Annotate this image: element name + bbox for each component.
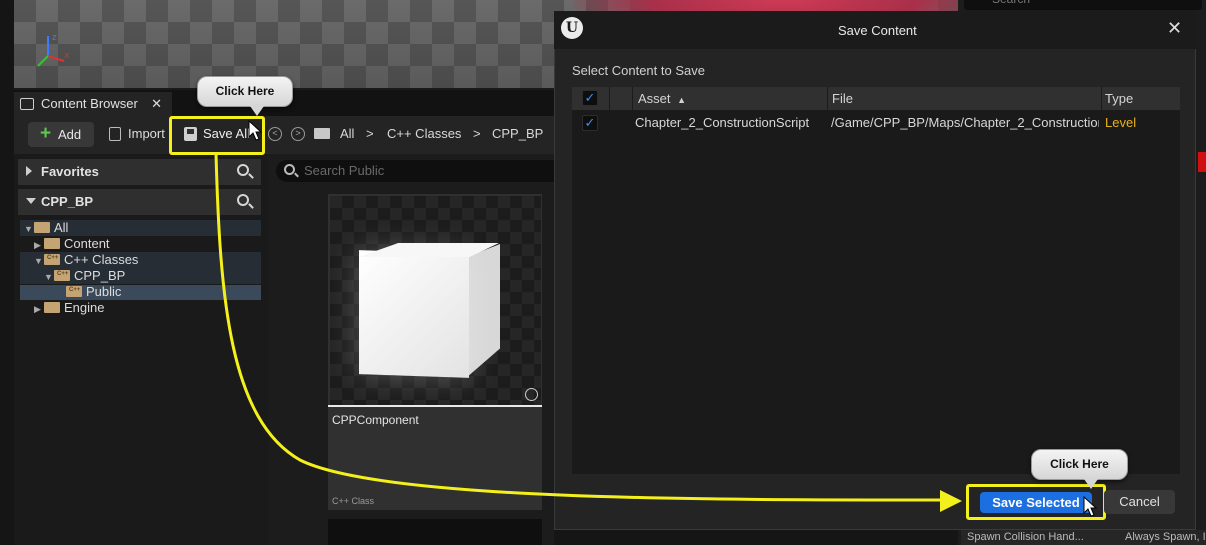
search-placeholder: Search Public [304, 163, 385, 178]
callout-tail [250, 106, 264, 116]
cancel-button[interactable]: Cancel [1104, 490, 1175, 514]
close-icon[interactable]: ✕ [1167, 19, 1182, 37]
mouse-cursor-icon [1083, 496, 1097, 517]
mouse-cursor-icon [248, 120, 262, 141]
forward-icon[interactable]: > [291, 127, 305, 141]
details-property-value[interactable]: Always Spawn, Ig [1119, 530, 1206, 545]
dialog-subtitle: Select Content to Save [572, 63, 705, 78]
back-icon[interactable]: < [268, 127, 282, 141]
tree-item-engine[interactable]: ▶ Engine [34, 300, 104, 316]
dialog-title: Save Content [838, 23, 917, 38]
tree-item-cpp-bp[interactable]: ▼CPP_BP [44, 268, 125, 284]
import-label: Import [128, 126, 165, 141]
tree-item-cpp-classes[interactable]: ▼C++ Classes [34, 252, 138, 268]
details-property-label: Spawn Collision Hand... [961, 530, 1119, 545]
tree-item-label: Content [64, 236, 110, 251]
column-asset[interactable]: Asset ▲ [638, 91, 686, 106]
tree-item-label: CPP_BP [74, 268, 126, 283]
details-red-marker [1198, 152, 1206, 172]
tree-item-all[interactable]: ▼ All [24, 220, 68, 236]
tree-item-public[interactable]: Public [66, 284, 121, 300]
column-divider [609, 87, 610, 110]
callout-top: Click Here [197, 76, 293, 116]
expand-arrow-icon [26, 166, 32, 176]
tree-item-label: Public [86, 284, 122, 299]
tree-item-content[interactable]: ▶ Content [34, 236, 110, 252]
column-type[interactable]: Type [1105, 91, 1133, 106]
asset-tile[interactable] [328, 519, 542, 545]
column-file[interactable]: File [832, 91, 853, 106]
tree-selected-row [20, 285, 261, 300]
row-file: /Game/CPP_BP/Maps/Chapter_2_Construction [831, 115, 1099, 130]
search-input[interactable]: Search Public [276, 160, 554, 182]
cpp-folder-icon [44, 254, 60, 265]
project-label: CPP_BP [41, 194, 94, 209]
cube-preview [359, 250, 469, 378]
callout-text: Click Here [1050, 457, 1109, 471]
folder-icon [44, 302, 60, 313]
tab-label: Content Browser [41, 96, 138, 111]
svg-text:x: x [64, 51, 70, 61]
row-asset: Chapter_2_ConstructionScript [635, 115, 810, 130]
plus-icon: + [40, 123, 52, 144]
content-table [572, 87, 1180, 474]
breadcrumb-separator: > [366, 126, 374, 141]
row-type: Level [1105, 115, 1137, 130]
content-browser-icon [20, 98, 34, 110]
close-icon[interactable]: ✕ [151, 96, 162, 112]
tree-item-label: All [54, 220, 69, 235]
project-section[interactable]: CPP_BP [18, 189, 261, 215]
search-icon[interactable] [237, 164, 249, 176]
cpp-folder-icon [66, 286, 82, 297]
import-icon [109, 127, 121, 141]
asset-type: C++ Class [332, 496, 375, 506]
tree-item-label: Engine [64, 300, 105, 315]
column-divider [827, 87, 828, 110]
callout-text: Click Here [215, 84, 275, 98]
unreal-logo-icon: U [561, 17, 583, 39]
row-checkbox[interactable]: ✓ [582, 115, 598, 131]
add-button[interactable]: + Add [28, 122, 94, 147]
select-all-checkbox[interactable]: ✓ [582, 90, 598, 106]
sort-ascending-icon: ▲ [677, 95, 687, 105]
callout-bottom: Click Here [1031, 449, 1128, 489]
folder-icon [44, 238, 60, 249]
svg-text:z: z [52, 33, 57, 43]
asset-name: CPPComponent [332, 413, 419, 427]
tree-item-label: C++ Classes [64, 252, 139, 267]
tab-content-browser[interactable]: Content Browser ✕ [14, 92, 172, 116]
asset-class-bar [328, 405, 542, 407]
import-button[interactable]: Import [104, 126, 165, 141]
favorites-label: Favorites [41, 164, 99, 179]
callout-tail [1084, 479, 1098, 489]
folder-icon [314, 128, 330, 139]
details-search-input[interactable]: Search [964, 0, 1202, 10]
column-asset-label: Asset [638, 91, 671, 106]
breadcrumb-separator: > [473, 126, 481, 141]
add-label: Add [58, 127, 82, 142]
breadcrumb-all[interactable]: All [340, 126, 354, 141]
column-divider [1101, 87, 1102, 110]
camera-icon [525, 388, 538, 401]
breadcrumb-cpp-bp[interactable]: CPP_BP [492, 126, 543, 141]
column-divider [632, 87, 633, 110]
collapse-arrow-icon [26, 198, 36, 204]
breadcrumb-cpp-classes[interactable]: C++ Classes [387, 126, 461, 141]
folder-open-icon [34, 222, 50, 233]
search-icon[interactable] [237, 194, 249, 206]
search-icon [284, 164, 295, 175]
favorites-section[interactable]: Favorites [18, 159, 261, 185]
cpp-folder-icon [54, 270, 70, 281]
axis-gizmo-icon: z x [37, 33, 70, 67]
